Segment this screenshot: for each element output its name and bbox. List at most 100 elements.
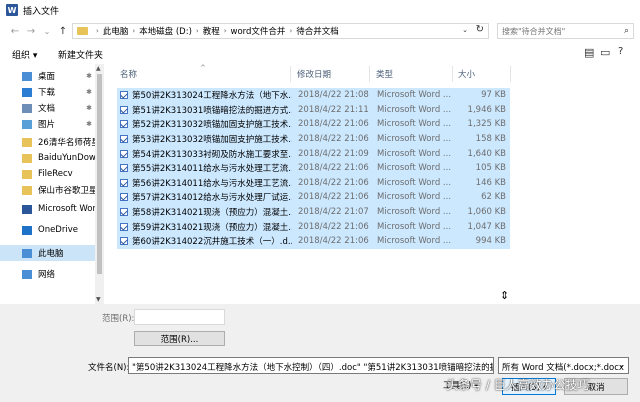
- filetype-select[interactable]: 所有 Word 文档(*.docx;*.docx ⌄: [498, 357, 629, 374]
- file-row[interactable]: 第52讲2K313032喷锚加固支护施工技术... 2018/4/22 21:06…: [117, 117, 510, 132]
- checked-checkbox-icon[interactable]: [120, 91, 128, 100]
- sidebar-item-label: 26清华名师荷星: [38, 138, 100, 148]
- file-date: 2018/4/22 21:06: [298, 119, 369, 130]
- sidebar-item[interactable]: OneDrive: [0, 222, 104, 238]
- sidebar-item[interactable]: 图片 ✱: [0, 116, 104, 132]
- file-row[interactable]: 第53讲2K313032喷锚加固支护施工技术... 2018/4/22 21:06…: [117, 131, 510, 147]
- column-header-date[interactable]: 修改日期: [297, 64, 331, 84]
- checked-checkbox-icon[interactable]: [120, 222, 128, 231]
- up-arrow-icon[interactable]: ↑: [56, 24, 70, 38]
- sidebar-item[interactable]: Microsoft Word: [0, 201, 104, 217]
- scroll-down-icon[interactable]: ▼: [96, 296, 101, 303]
- checked-checkbox-icon[interactable]: [120, 149, 128, 158]
- column-header-name[interactable]: 名称: [120, 64, 137, 84]
- recent-locations-chevron-icon[interactable]: ⌄: [40, 24, 54, 38]
- checked-checkbox-icon[interactable]: [120, 178, 128, 187]
- checked-checkbox-icon[interactable]: [120, 105, 128, 114]
- file-row[interactable]: 第57讲2K314012给水与污水处理厂试运... 2018/4/22 21:06…: [117, 190, 510, 205]
- file-size: 97 KB: [481, 90, 506, 101]
- search-input[interactable]: [498, 24, 620, 38]
- sidebar-item[interactable]: 网络: [0, 266, 104, 282]
- address-dropdown-icon[interactable]: ⌄: [462, 26, 468, 34]
- breadcrumb-this-pc[interactable]: 此电脑: [103, 25, 129, 37]
- column-divider[interactable]: [290, 66, 291, 82]
- checked-checkbox-icon[interactable]: [120, 120, 128, 129]
- file-row[interactable]: 第51讲2K313031喷锚暗挖法的掘进方式... 2018/4/22 21:11…: [117, 102, 510, 118]
- address-bar[interactable]: › 此电脑 › 本地磁盘 (D:) › 教程 › word文件合并 › 待合并文…: [72, 23, 489, 39]
- view-options-icon[interactable]: ▤: [584, 46, 594, 59]
- file-date: 2018/4/22 21:06: [298, 192, 369, 203]
- column-header-type[interactable]: 类型: [376, 64, 393, 84]
- checked-checkbox-icon[interactable]: [120, 135, 128, 144]
- file-row[interactable]: 第60讲2K314022沉井施工技术（一）.d... 2018/4/22 21:0…: [117, 234, 510, 249]
- onedrive-icon: [22, 225, 32, 235]
- pictures-icon: [22, 119, 32, 129]
- sidebar-item-label: 图片: [38, 120, 56, 130]
- file-row[interactable]: 第55讲2K314011给水与污水处理工艺流... 2018/4/22 21:06…: [117, 161, 510, 176]
- sidebar-item[interactable]: 此电脑: [0, 245, 104, 261]
- breadcrumb-separator-icon: ›: [195, 27, 199, 35]
- sidebar-item[interactable]: BaiduYunDown: [0, 150, 104, 166]
- back-arrow-icon[interactable]: ←: [8, 24, 22, 38]
- breadcrumb-pending-docs[interactable]: 待合并文档: [296, 25, 339, 37]
- scroll-up-icon[interactable]: ▲: [96, 65, 101, 72]
- scrollbar-thumb[interactable]: [97, 74, 102, 274]
- column-divider[interactable]: [452, 66, 453, 82]
- range-input[interactable]: [134, 309, 225, 325]
- column-header-size[interactable]: 大小: [458, 64, 475, 84]
- pin-icon: ✱: [86, 104, 92, 112]
- checked-checkbox-icon[interactable]: [120, 164, 128, 173]
- forward-arrow-icon[interactable]: →: [24, 24, 38, 38]
- range-button[interactable]: 范围(R)...: [134, 331, 225, 346]
- sidebar-item[interactable]: FileRecv: [0, 166, 104, 182]
- file-date: 2018/4/22 21:07: [298, 207, 369, 218]
- breadcrumb-drive-d[interactable]: 本地磁盘 (D:): [139, 25, 192, 37]
- refresh-icon[interactable]: ↻: [476, 24, 484, 35]
- column-divider[interactable]: [369, 66, 370, 82]
- sidebar-item[interactable]: 26清华名师荷星: [0, 134, 104, 150]
- checked-checkbox-icon[interactable]: [120, 237, 128, 246]
- file-size: 1,325 KB: [467, 119, 506, 130]
- folder-icon: [22, 137, 32, 147]
- sidebar-item-label: FileRecv: [38, 169, 73, 179]
- new-folder-button[interactable]: 新建文件夹: [58, 48, 103, 61]
- file-row[interactable]: 第58讲2K314021现浇（预应力）混凝土... 2018/4/22 21:07…: [117, 204, 510, 220]
- filename-input[interactable]: "第50讲2K313024工程降水方法（地下水控制）（四）.doc" "第51讲…: [128, 357, 494, 374]
- sidebar-item[interactable]: 桌面 ✱: [0, 68, 104, 84]
- file-type: Microsoft Word ...: [377, 192, 452, 203]
- navigation-pane-scrollbar[interactable]: ▲ ▼: [95, 64, 104, 304]
- sidebar-item[interactable]: 保山市谷歌卫星: [0, 182, 104, 198]
- sidebar-item[interactable]: 文档 ✱: [0, 100, 104, 116]
- file-size: 158 KB: [475, 134, 506, 145]
- file-date: 2018/4/22 21:06: [298, 236, 369, 247]
- checked-checkbox-icon[interactable]: [120, 208, 128, 217]
- column-divider[interactable]: [510, 66, 511, 82]
- organize-button[interactable]: 组织 ▾: [12, 48, 37, 61]
- filetype-value: 所有 Word 文档(*.docx;*.docx: [502, 363, 624, 373]
- range-label: 范围(R):: [102, 314, 135, 324]
- file-row[interactable]: 第54讲2K313033衬砌及防水施工要求至... 2018/4/22 21:09…: [117, 146, 510, 161]
- file-type: Microsoft Word ...: [377, 119, 452, 130]
- checked-checkbox-icon[interactable]: [120, 193, 128, 202]
- word-icon: [22, 204, 32, 214]
- search-box[interactable]: ⌕: [497, 23, 634, 39]
- file-row[interactable]: 第56讲2K314011给水与污水处理工艺流... 2018/4/22 21:06…: [117, 175, 510, 191]
- file-list: ^ 名称 修改日期 类型 大小 第50讲2K313024工程降水方法（地下水..…: [112, 64, 640, 304]
- breadcrumb-word-merge[interactable]: word文件合并: [231, 25, 286, 37]
- preview-pane-icon[interactable]: ▭: [600, 46, 610, 59]
- sidebar-item-label: 下载: [38, 88, 56, 98]
- sidebar-item-label: BaiduYunDown: [38, 153, 102, 163]
- file-size: 62 KB: [481, 192, 506, 203]
- sidebar-item[interactable]: 下载 ✱: [0, 84, 104, 100]
- download-icon: [22, 87, 32, 97]
- help-icon[interactable]: ?: [618, 46, 623, 57]
- file-row[interactable]: 第50讲2K313024工程降水方法（地下水... 2018/4/22 21:08…: [117, 88, 510, 103]
- file-row[interactable]: 第59讲2K314021现浇（预应力）混凝土... 2018/4/22 21:06…: [117, 219, 510, 234]
- breadcrumb-tutorial[interactable]: 教程: [203, 25, 220, 37]
- breadcrumb-separator-icon: ›: [132, 27, 136, 35]
- file-name: 第52讲2K313032喷锚加固支护施工技术...: [132, 120, 292, 131]
- pin-icon: ✱: [86, 120, 92, 128]
- search-icon[interactable]: ⌕: [624, 26, 629, 36]
- file-type: Microsoft Word ...: [377, 221, 452, 232]
- word-app-icon: W: [6, 4, 18, 16]
